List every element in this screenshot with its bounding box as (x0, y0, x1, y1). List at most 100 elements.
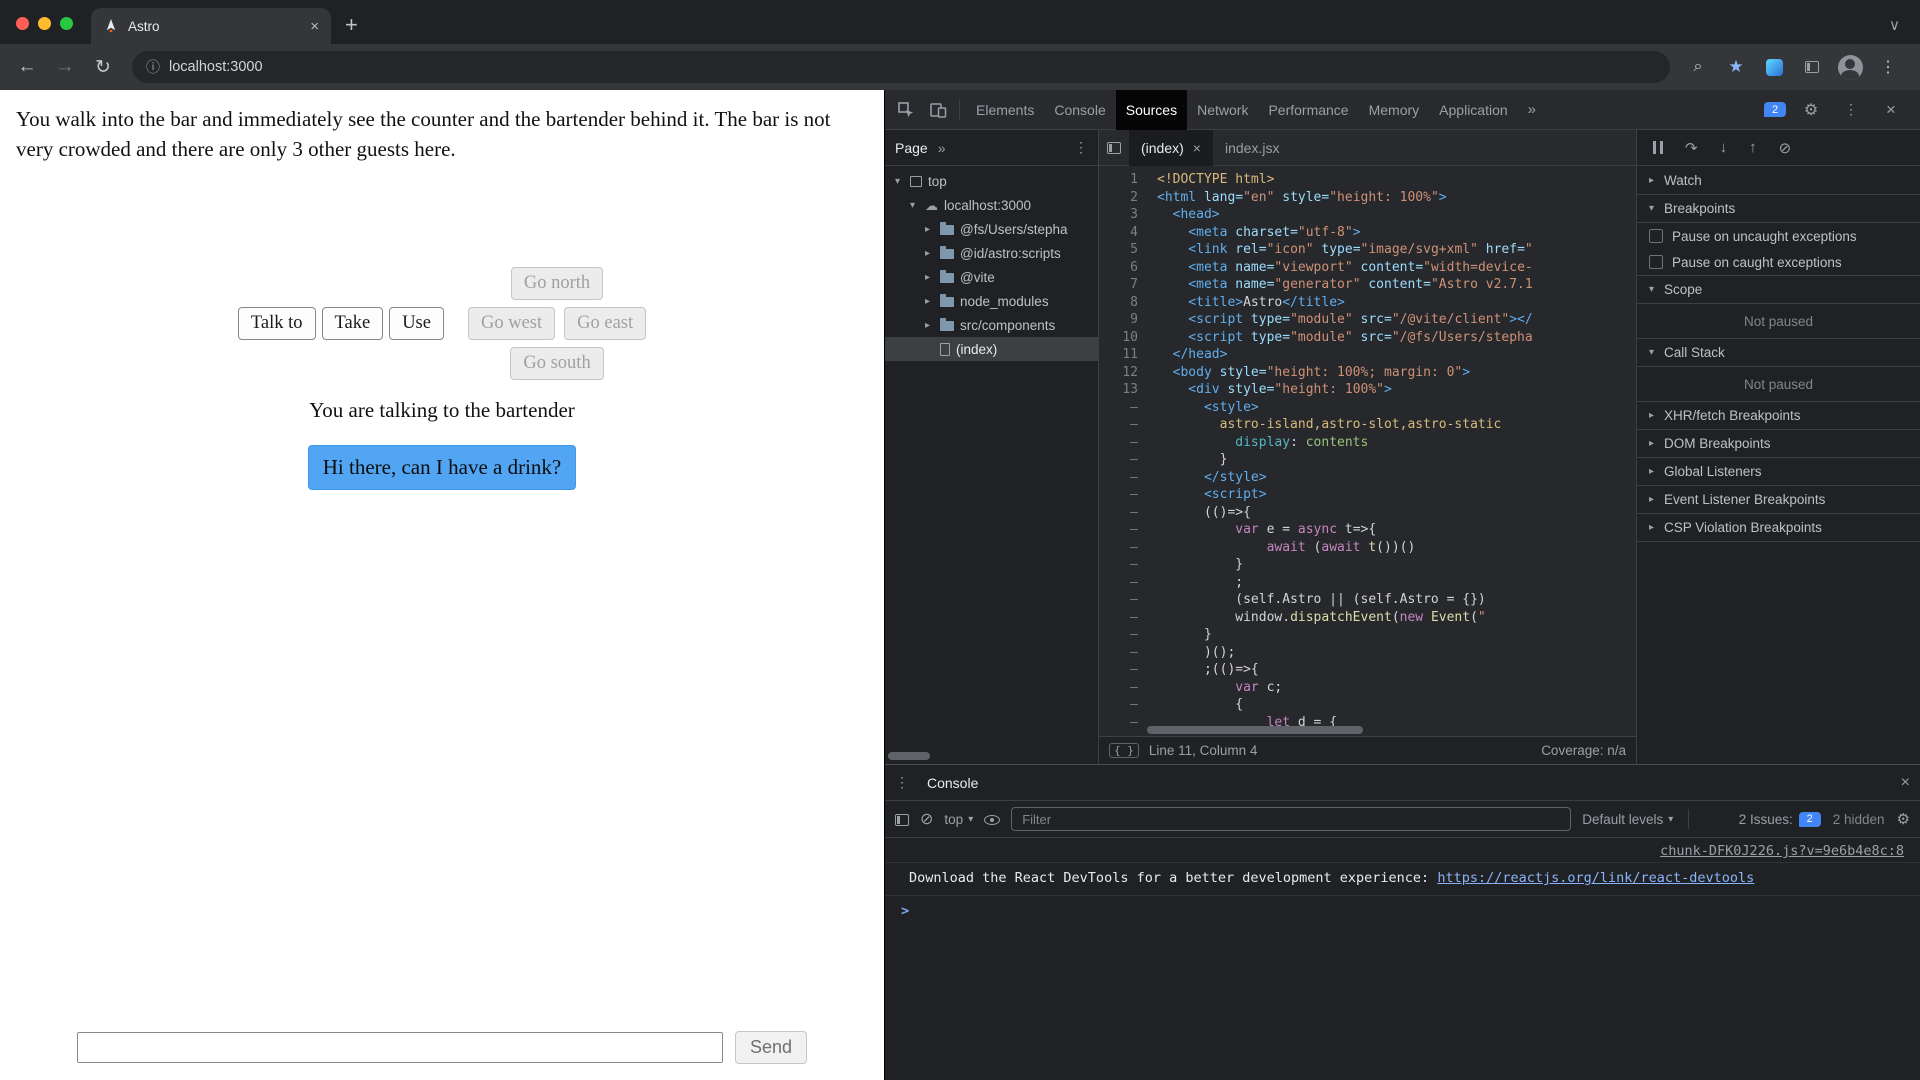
line-number[interactable]: – (1099, 574, 1138, 592)
drawer-close-icon[interactable]: × (1901, 774, 1910, 792)
code-line[interactable]: <meta charset="utf-8"> (1157, 224, 1636, 242)
devtools-close-icon[interactable]: × (1876, 95, 1906, 125)
line-number[interactable]: 11 (1099, 346, 1138, 364)
code-area[interactable]: <!DOCTYPE html> <html lang="en" style="he… (1147, 166, 1636, 736)
search-icon[interactable]: ⌕ (1682, 51, 1714, 83)
close-editor-tab-icon[interactable]: × (1193, 140, 1201, 156)
console-sidebar-toggle-icon[interactable] (895, 812, 909, 827)
close-window-button[interactable] (16, 17, 29, 30)
checkbox[interactable] (1649, 255, 1663, 269)
tree-item-index[interactable]: (index) (885, 337, 1098, 361)
code-line[interactable]: <html lang="en" style="height: 100%"> (1157, 189, 1636, 207)
line-number[interactable]: 1 (1099, 171, 1138, 189)
deactivate-breakpoints-icon[interactable]: ⊘ (1779, 139, 1792, 157)
tree-item-top[interactable]: ▾ top (885, 169, 1098, 193)
section-header-scope[interactable]: ▾ Scope (1637, 275, 1920, 303)
code-line[interactable]: <div style="height: 100%"> (1157, 381, 1636, 399)
section-header-xhr-fetch-breakpoints[interactable]: ▸ XHR/fetch Breakpoints (1637, 401, 1920, 429)
code-line[interactable]: <head> (1157, 206, 1636, 224)
line-number[interactable]: – (1099, 626, 1138, 644)
more-tabs-icon[interactable]: » (1520, 101, 1544, 118)
hide-navigator-icon[interactable] (1099, 133, 1129, 163)
line-number[interactable]: 5 (1099, 241, 1138, 259)
section-header-global-listeners[interactable]: ▸ Global Listeners (1637, 457, 1920, 485)
code-line[interactable]: )(); (1157, 644, 1636, 662)
line-number[interactable]: – (1099, 451, 1138, 469)
step-over-icon[interactable]: ↷ (1685, 139, 1698, 157)
issues-link[interactable]: 2 Issues: 2 (1739, 811, 1821, 827)
section-header-dom-breakpoints[interactable]: ▸ DOM Breakpoints (1637, 429, 1920, 457)
step-out-icon[interactable]: ↑ (1749, 139, 1757, 156)
line-number[interactable]: 6 (1099, 259, 1138, 277)
tree-item-localhost-3000[interactable]: ▾ ☁ localhost:3000 (885, 193, 1098, 217)
code-line[interactable]: (self.Astro || (self.Astro = {}) (1157, 591, 1636, 609)
line-number[interactable]: 13 (1099, 381, 1138, 399)
code-line[interactable]: astro-island,astro-slot,astro-static (1157, 416, 1636, 434)
line-number[interactable]: – (1099, 521, 1138, 539)
editor-horizontal-scrollbar[interactable] (1147, 726, 1626, 734)
line-number[interactable]: – (1099, 644, 1138, 662)
code-viewport[interactable]: 1 2 3 4 5 6 7 8 9 10 11 12 13– – – – – – – – – – – – – – – – – – – <!D… (1099, 166, 1636, 736)
pretty-print-icon[interactable]: { } (1109, 743, 1139, 758)
line-number[interactable]: – (1099, 469, 1138, 487)
address-bar[interactable]: ⓘ localhost:3000 (132, 51, 1670, 83)
editor-tab-index[interactable]: (index) × (1129, 129, 1213, 166)
code-line[interactable]: ; (1157, 574, 1636, 592)
go-north-button[interactable]: Go north (510, 266, 604, 300)
code-line[interactable]: } (1157, 451, 1636, 469)
profile-avatar[interactable] (1834, 51, 1866, 83)
devtools-tab-application[interactable]: Application (1429, 90, 1518, 130)
code-line[interactable]: <title>Astro</title> (1157, 294, 1636, 312)
line-number[interactable]: 10 (1099, 329, 1138, 347)
code-line[interactable]: <meta name="generator" content="Astro v2… (1157, 276, 1636, 294)
go-west-button[interactable]: Go west (467, 306, 556, 340)
device-toolbar-icon[interactable] (923, 95, 953, 125)
section-header-call-stack[interactable]: ▾ Call Stack (1637, 338, 1920, 366)
editor-tab-index-jsx[interactable]: index.jsx (1213, 130, 1291, 166)
execution-context-selector[interactable]: top ▾ (944, 812, 973, 827)
code-line[interactable]: window.dispatchEvent(new Event(" (1157, 609, 1636, 627)
navigator-menu-icon[interactable]: ⋮ (1074, 139, 1088, 156)
navigator-more-tabs-icon[interactable]: » (938, 140, 946, 156)
devtools-menu-icon[interactable]: ⋮ (1836, 95, 1866, 125)
line-number[interactable]: – (1099, 661, 1138, 679)
devtools-tab-console[interactable]: Console (1044, 90, 1115, 130)
code-line[interactable]: <!DOCTYPE html> (1157, 171, 1636, 189)
console-settings-gear-icon[interactable]: ⚙ (1897, 810, 1910, 828)
devtools-tab-network[interactable]: Network (1187, 90, 1258, 130)
browser-tab[interactable]: Astro × (91, 8, 331, 44)
go-south-button[interactable]: Go south (510, 346, 604, 380)
tree-expander-icon[interactable]: ▾ (891, 176, 904, 187)
drawer-menu-icon[interactable]: ⋮ (895, 774, 909, 791)
code-line[interactable]: ;(()=>{ (1157, 661, 1636, 679)
devtools-tab-memory[interactable]: Memory (1359, 90, 1430, 130)
inspect-element-icon[interactable] (891, 95, 921, 125)
line-number[interactable]: – (1099, 591, 1138, 609)
tree-item-vite[interactable]: ▸ @vite (885, 265, 1098, 289)
tree-item-id-astro-scripts[interactable]: ▸ @id/astro:scripts (885, 241, 1098, 265)
tree-expander-icon[interactable]: ▸ (921, 320, 934, 331)
tree-item-node-modules[interactable]: ▸ node_modules (885, 289, 1098, 313)
code-line[interactable]: { (1157, 696, 1636, 714)
tree-item-fs-users-stepha[interactable]: ▸ @fs/Users/stepha (885, 217, 1098, 241)
tree-expander-icon[interactable]: ▸ (921, 224, 934, 235)
dialog-option-button[interactable]: Hi there, can I have a drink? (307, 444, 577, 490)
reload-button[interactable]: ↻ (86, 50, 120, 84)
step-into-icon[interactable]: ↓ (1720, 139, 1728, 156)
zoom-window-button[interactable] (60, 17, 73, 30)
new-tab-button[interactable]: + (331, 12, 372, 44)
devtools-tab-elements[interactable]: Elements (966, 90, 1044, 130)
code-line[interactable]: } (1157, 556, 1636, 574)
navigator-scrollbar[interactable] (888, 752, 1095, 760)
section-header-csp-violation-breakpoints[interactable]: ▸ CSP Violation Breakpoints (1637, 513, 1920, 541)
line-number[interactable]: – (1099, 714, 1138, 732)
line-number[interactable]: 3 (1099, 206, 1138, 224)
line-number[interactable]: – (1099, 434, 1138, 452)
bookmark-star-icon[interactable]: ★ (1720, 51, 1752, 83)
line-number[interactable]: – (1099, 539, 1138, 557)
minimize-window-button[interactable] (38, 17, 51, 30)
line-number[interactable]: – (1099, 486, 1138, 504)
tree-expander-icon[interactable]: ▾ (906, 200, 919, 211)
line-number[interactable]: – (1099, 504, 1138, 522)
line-number[interactable]: – (1099, 696, 1138, 714)
